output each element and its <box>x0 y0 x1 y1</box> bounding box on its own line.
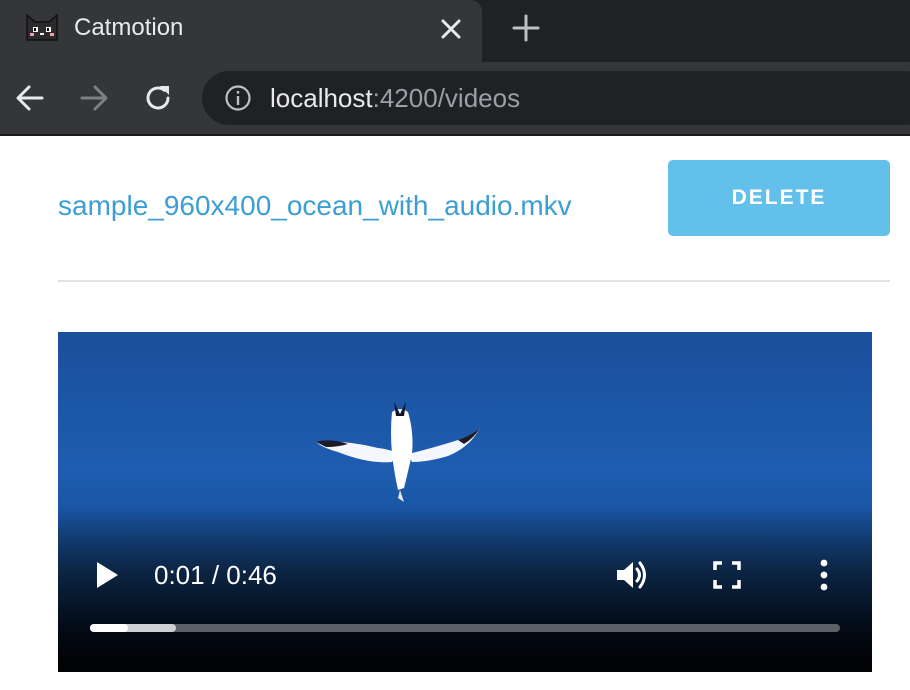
progress-played <box>90 624 128 632</box>
video-frame <box>316 402 480 502</box>
url-text: localhost:4200/videos <box>270 83 520 114</box>
address-bar[interactable]: localhost:4200/videos <box>202 71 910 125</box>
progress-bar[interactable] <box>90 624 840 632</box>
arrow-right-icon[interactable] <box>78 82 110 114</box>
delete-button[interactable]: DELETE <box>668 160 890 236</box>
info-icon[interactable] <box>224 84 252 112</box>
volume-icon[interactable] <box>614 558 650 592</box>
fullscreen-icon[interactable] <box>712 560 742 590</box>
close-icon[interactable] <box>436 14 466 44</box>
more-vertical-icon[interactable] <box>814 558 834 592</box>
plus-icon[interactable] <box>510 12 542 44</box>
video-filename-link[interactable]: sample_960x400_ocean_with_audio.mkv <box>58 190 572 222</box>
current-time: 0:01 <box>154 560 205 590</box>
reload-icon[interactable] <box>142 82 174 114</box>
time-separator: / <box>204 560 227 590</box>
url-path: :4200/videos <box>372 83 521 113</box>
duration: 0:46 <box>226 560 277 590</box>
video-player[interactable]: 0:01 / 0:46 <box>58 332 872 672</box>
time-display: 0:01 / 0:46 <box>154 560 277 591</box>
play-icon[interactable] <box>94 560 120 590</box>
browser-toolbar: localhost:4200/videos <box>0 62 910 134</box>
toolbar-divider <box>0 134 910 136</box>
cat-icon <box>26 13 58 41</box>
tab-title: Catmotion <box>74 14 184 41</box>
browser-tab[interactable]: Catmotion <box>0 0 482 62</box>
tab-strip: Catmotion <box>0 0 910 62</box>
divider <box>58 280 890 282</box>
url-host: localhost <box>270 83 373 113</box>
arrow-left-icon[interactable] <box>14 82 46 114</box>
